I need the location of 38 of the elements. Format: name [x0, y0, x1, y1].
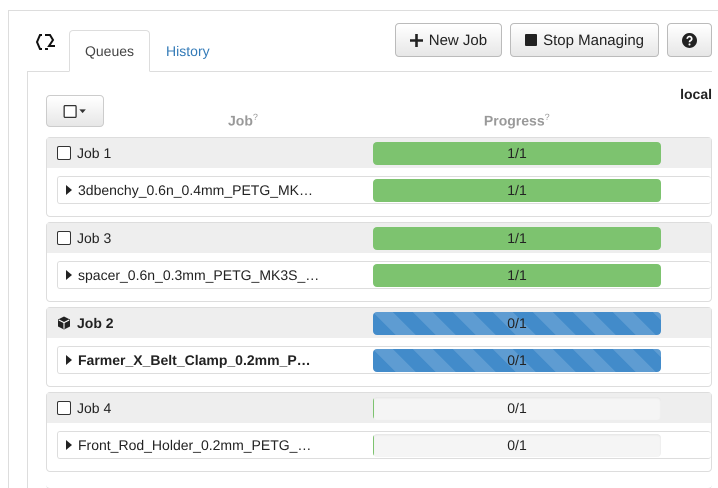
file-name: Farmer_X_Belt_Clamp_0.2mm_P…	[78, 352, 311, 368]
plus-icon	[410, 34, 423, 46]
job-name: Job 1	[77, 145, 112, 161]
tab[interactable]: History	[150, 30, 226, 72]
progress-bar: 1/1	[373, 142, 661, 164]
job-name: Job 3	[77, 230, 112, 246]
tab[interactable]: Queues	[69, 30, 150, 72]
queue-label: local	[680, 86, 712, 102]
file-row[interactable]: Farmer_X_Belt_Clamp_0.2mm_P… 0/1	[57, 346, 711, 374]
file-row[interactable]: spacer_0.6n_0.3mm_PETG_MK3S_… 1/1	[57, 261, 711, 289]
select-dropdown-button[interactable]	[46, 95, 104, 127]
column-header: Job$^{?}$	[228, 112, 258, 129]
progress-bar: 0/1	[373, 396, 661, 420]
help-button[interactable]	[667, 23, 712, 57]
checkbox[interactable]	[57, 401, 71, 415]
cube-icon	[57, 316, 71, 330]
column-header: Progress$^{?}$	[484, 112, 550, 129]
file-name: 3dbenchy_0.6n_0.4mm_PETG_MK…	[78, 182, 314, 198]
progress-bar: 0/1	[373, 348, 661, 372]
new-job-button[interactable]: New Job	[394, 23, 502, 57]
job-name: Job 2	[77, 315, 114, 331]
logo-icon	[35, 33, 57, 51]
stop-managing-button[interactable]: Stop Managing	[510, 23, 659, 57]
progress-bar: 1/1	[373, 178, 661, 202]
stop-icon	[525, 34, 538, 46]
progress-bar: 0/1	[373, 312, 661, 334]
checkbox[interactable]	[57, 231, 71, 245]
file-name: spacer_0.6n_0.3mm_PETG_MK3S_…	[78, 267, 320, 283]
checkbox-caret-icon	[63, 104, 87, 118]
progress-bar: 1/1	[373, 226, 661, 250]
progress-bar: 1/1	[373, 264, 661, 286]
progress-bar: 0/1	[373, 434, 661, 456]
checkbox[interactable]	[57, 146, 71, 160]
help-icon	[682, 32, 697, 48]
file-name: Front_Rod_Holder_0.2mm_PETG_…	[78, 437, 312, 453]
file-row[interactable]: 3dbenchy_0.6n_0.4mm_PETG_MK… 1/1	[57, 176, 711, 204]
file-row[interactable]: Front_Rod_Holder_0.2mm_PETG_… 0/1	[57, 431, 711, 459]
job-name: Job 4	[77, 400, 112, 416]
